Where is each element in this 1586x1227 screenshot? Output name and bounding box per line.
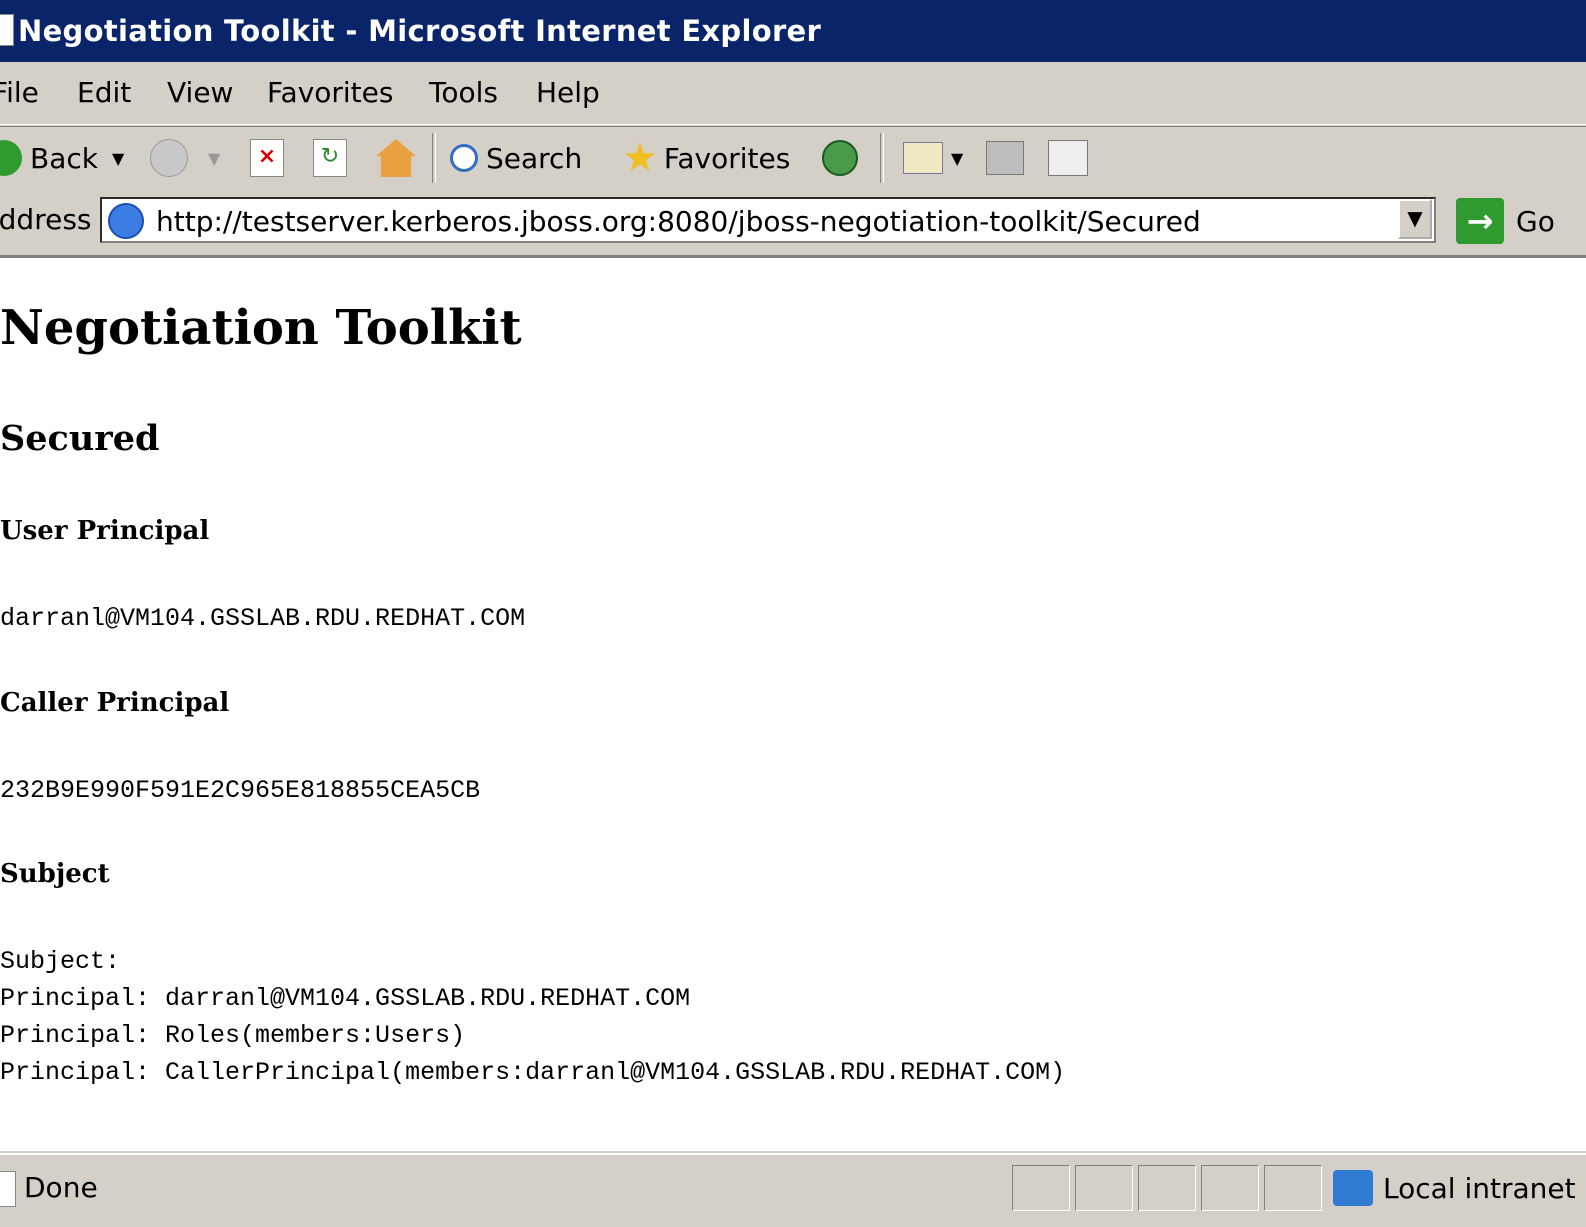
edit-page-icon bbox=[1048, 140, 1088, 176]
home-button[interactable] bbox=[376, 135, 416, 181]
page-status-icon bbox=[0, 1171, 16, 1207]
caller-principal-value: 232B9E990F591E2C965E818855CEA5CB bbox=[0, 776, 481, 805]
back-arrow-icon bbox=[0, 140, 22, 176]
menu-tools[interactable]: Tools bbox=[429, 76, 498, 109]
window-title: Negotiation Toolkit - Microsoft Internet… bbox=[18, 14, 822, 48]
back-dropdown-icon[interactable]: ▼ bbox=[112, 149, 124, 168]
zone-label: Local intranet bbox=[1383, 1171, 1576, 1205]
back-label: Back bbox=[30, 141, 98, 175]
print-button[interactable] bbox=[986, 135, 1024, 181]
forward-dropdown-icon[interactable]: ▼ bbox=[208, 149, 220, 168]
status-panel bbox=[1012, 1165, 1070, 1211]
menu-file[interactable]: File bbox=[0, 76, 39, 109]
menu-view[interactable]: View bbox=[167, 76, 233, 109]
go-arrow-icon: → bbox=[1456, 198, 1504, 244]
caller-principal-heading: Caller Principal bbox=[0, 688, 230, 718]
go-button[interactable]: → Go bbox=[1456, 197, 1555, 245]
subject-heading: Subject bbox=[0, 859, 110, 889]
go-label: Go bbox=[1516, 204, 1555, 238]
print-icon bbox=[986, 141, 1024, 175]
subject-line: Subject: bbox=[0, 947, 121, 976]
status-panel bbox=[1201, 1165, 1259, 1211]
address-url: http://testserver.kerberos.jboss.org:808… bbox=[156, 205, 1201, 238]
forward-arrow-icon bbox=[150, 139, 188, 177]
mail-dropdown-icon[interactable]: ▼ bbox=[951, 149, 963, 168]
status-text: Done bbox=[24, 1171, 98, 1204]
menu-favorites[interactable]: Favorites bbox=[267, 76, 393, 109]
ie-logo-icon bbox=[108, 203, 144, 239]
mail-icon bbox=[903, 142, 943, 174]
refresh-icon: ↻ bbox=[313, 139, 347, 177]
page-content: Negotiation Toolkit Secured User Princip… bbox=[0, 258, 1586, 1151]
address-label: Address bbox=[0, 203, 92, 236]
status-panel bbox=[1075, 1165, 1133, 1211]
subject-line: Principal: CallerPrincipal(members:darra… bbox=[0, 1058, 1066, 1087]
status-bar: Done Local intranet bbox=[0, 1153, 1586, 1227]
home-icon bbox=[376, 139, 416, 177]
history-button[interactable] bbox=[822, 135, 866, 181]
page-title: Negotiation Toolkit bbox=[0, 300, 522, 356]
stop-button[interactable]: × bbox=[250, 135, 284, 181]
stop-icon: × bbox=[250, 139, 284, 177]
address-bar: Address http://testserver.kerberos.jboss… bbox=[0, 191, 1586, 258]
menu-edit[interactable]: Edit bbox=[77, 76, 131, 109]
standard-toolbar: Back ▼ ▼ × ↻ Search ★ Favorites ▼ bbox=[0, 126, 1586, 192]
address-dropdown-icon[interactable]: ▼ bbox=[1398, 199, 1432, 239]
security-zone[interactable]: Local intranet bbox=[1333, 1165, 1576, 1211]
favorites-label: Favorites bbox=[663, 141, 791, 175]
search-icon bbox=[450, 144, 478, 172]
user-principal-heading: User Principal bbox=[0, 516, 210, 546]
ie-page-icon bbox=[0, 14, 14, 46]
search-button[interactable]: Search bbox=[450, 135, 582, 181]
subject-line: Principal: Roles(members:Users) bbox=[0, 1021, 466, 1050]
search-label: Search bbox=[486, 141, 583, 175]
history-icon bbox=[822, 140, 858, 176]
toolbar-separator bbox=[880, 133, 884, 183]
page-subtitle: Secured bbox=[0, 418, 160, 459]
user-principal-value: darranl@VM104.GSSLAB.RDU.REDHAT.COM bbox=[0, 604, 526, 633]
mail-button[interactable]: ▼ bbox=[903, 135, 963, 181]
favorites-button[interactable]: ★ Favorites bbox=[622, 135, 790, 181]
edit-button[interactable] bbox=[1048, 135, 1088, 181]
subject-line: Principal: darranl@VM104.GSSLAB.RDU.REDH… bbox=[0, 984, 691, 1013]
status-panel bbox=[1138, 1165, 1196, 1211]
forward-button[interactable]: ▼ bbox=[150, 135, 220, 181]
menu-help[interactable]: Help bbox=[536, 76, 600, 109]
menu-bar: File Edit View Favorites Tools Help bbox=[0, 62, 1586, 125]
refresh-button[interactable]: ↻ bbox=[313, 135, 347, 181]
title-bar: Negotiation Toolkit - Microsoft Internet… bbox=[0, 0, 1586, 62]
back-button[interactable]: Back ▼ bbox=[0, 135, 124, 181]
star-icon: ★ bbox=[622, 135, 658, 181]
intranet-zone-icon bbox=[1333, 1170, 1373, 1206]
address-input[interactable]: http://testserver.kerberos.jboss.org:808… bbox=[100, 197, 1436, 243]
status-panel bbox=[1264, 1165, 1322, 1211]
toolbar-separator bbox=[432, 133, 436, 183]
